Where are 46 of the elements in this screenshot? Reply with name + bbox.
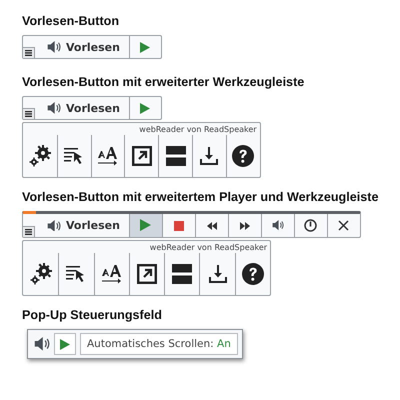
read-aloud-button[interactable]: Vorlesen: [23, 36, 129, 58]
fast-forward-icon: [240, 222, 250, 230]
section-title: Pop-Up Steuerungsfeld: [22, 308, 163, 322]
menu-icon: [25, 229, 32, 235]
toolbar-caption: webReader von ReadSpeaker: [148, 242, 268, 253]
play-icon: [60, 338, 70, 350]
play-button[interactable]: [128, 214, 162, 237]
menu-button[interactable]: [23, 226, 35, 237]
menu-icon: [25, 111, 32, 117]
popout-icon: [137, 264, 158, 284]
text-pointer-icon: [66, 265, 86, 283]
rewind-icon: [206, 222, 217, 230]
play-icon: [140, 219, 152, 232]
two-bars-icon: [166, 146, 186, 166]
popout-icon: [132, 146, 152, 166]
text-pointer-icon: [64, 147, 84, 165]
close-icon: [338, 220, 350, 231]
section-title: Vorlesen-Button mit erweitertem Player und Werkzeugleiste: [22, 190, 380, 204]
menu-button[interactable]: [23, 108, 35, 119]
menu-button[interactable]: [23, 47, 35, 58]
font-size-icon: [96, 146, 119, 166]
gauge-icon: [304, 219, 318, 232]
help-icon: [242, 263, 264, 285]
settings-icon: [30, 263, 52, 285]
read-aloud-button[interactable]: Vorlesen: [23, 97, 129, 119]
speaker-icon: [34, 337, 50, 351]
two-bars-icon: [172, 264, 192, 284]
speaker-icon: [47, 220, 61, 232]
menu-icon: [25, 50, 32, 56]
play-icon: [140, 102, 150, 114]
toolbar-caption: webReader von ReadSpeaker: [138, 124, 258, 135]
read-aloud-button[interactable]: Vorlesen: [23, 214, 129, 237]
download-icon: [200, 147, 218, 165]
stop-icon: [174, 220, 184, 230]
settings-icon: [28, 145, 51, 167]
section-title: Vorlesen-Button: [22, 14, 120, 28]
speaker-icon: [272, 220, 284, 231]
play-button[interactable]: [54, 333, 76, 355]
auto-scroll-toggle[interactable]: Automatisches Scrollen: An: [80, 333, 238, 355]
section-title: Vorlesen-Button mit erweiterter Werkzeugleiste: [22, 75, 306, 89]
speaker-icon: [47, 102, 61, 114]
speaker-icon: [47, 41, 61, 53]
help-icon: [232, 145, 254, 167]
play-icon: [140, 42, 150, 52]
download-icon: [208, 265, 227, 283]
font-size-icon: [100, 264, 123, 284]
